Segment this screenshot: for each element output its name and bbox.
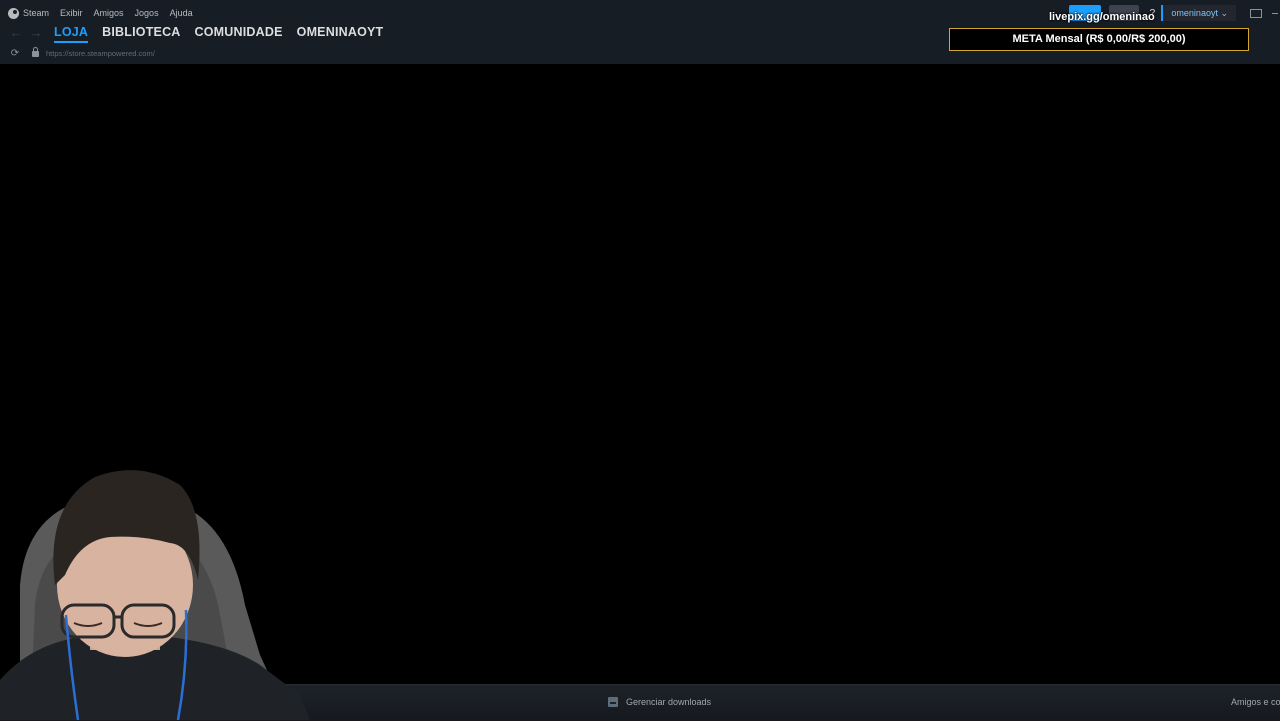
menu-ajuda[interactable]: Ajuda <box>170 8 193 18</box>
big-picture-icon[interactable] <box>1250 8 1262 18</box>
menu-steam[interactable]: Steam <box>23 8 49 18</box>
menu-amigos[interactable]: Amigos <box>94 8 124 18</box>
manage-downloads-button[interactable]: Gerenciar downloads <box>608 697 711 707</box>
main-tabs: LOJA BIBLIOTECA COMUNIDADE OMENINAOYT <box>54 23 397 43</box>
url-row: ⟳ https://store.steampowered.com/ <box>8 46 155 60</box>
friends-chat-button[interactable]: Amigos e co <box>1231 697 1280 707</box>
menu-jogos[interactable]: Jogos <box>135 8 159 18</box>
minimize-icon[interactable] <box>1272 12 1278 14</box>
webcam-overlay <box>0 470 310 720</box>
tab-profile[interactable]: OMENINAOYT <box>297 23 384 43</box>
tab-loja[interactable]: LOJA <box>54 23 89 43</box>
menu-exibir[interactable]: Exibir <box>60 8 83 18</box>
account-menu-button[interactable]: omeninaoyt ⌄ <box>1161 5 1236 21</box>
downloads-label: Gerenciar downloads <box>626 697 712 707</box>
steam-logo-icon <box>8 7 19 19</box>
reload-icon[interactable]: ⟳ <box>8 48 22 59</box>
tab-comunidade[interactable]: COMUNIDADE <box>195 23 283 43</box>
tab-biblioteca[interactable]: BIBLIOTECA <box>102 23 180 43</box>
livepix-overlay: livepix.gg/omeninao <box>1049 11 1155 23</box>
menu-bar: Steam Exibir Amigos Jogos Ajuda <box>8 5 204 21</box>
url-text[interactable]: https://store.steampowered.com/ <box>46 49 155 58</box>
back-arrow-icon[interactable]: ← <box>8 25 24 41</box>
username: omeninaoyt <box>1171 8 1218 18</box>
downloads-icon <box>608 697 618 707</box>
forward-arrow-icon[interactable]: → <box>28 25 44 41</box>
nav-row: ← → LOJA BIBLIOTECA COMUNIDADE OMENINAOY… <box>8 23 397 43</box>
meta-overlay: META Mensal (R$ 0,00/R$ 200,00) <box>949 28 1249 51</box>
lock-icon <box>32 47 39 57</box>
